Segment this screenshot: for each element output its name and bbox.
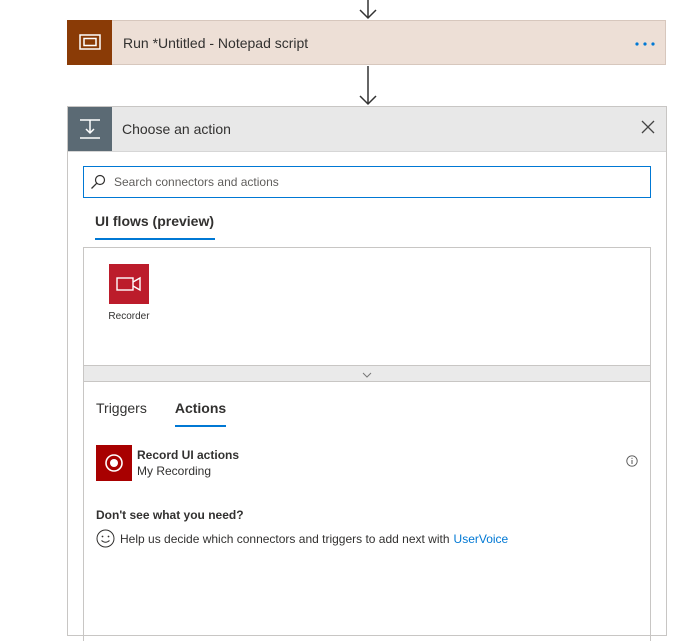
search-icon — [90, 174, 112, 190]
result-tabs: Triggers Actions — [96, 400, 227, 427]
connector-recorder[interactable]: Recorder — [98, 264, 160, 322]
flow-arrow-middle — [358, 66, 378, 106]
panel-header: Choose an action — [68, 107, 666, 152]
search-box — [83, 166, 651, 198]
more-ellipsis-icon — [634, 34, 656, 52]
action-subtitle: My Recording — [137, 464, 212, 478]
close-icon — [641, 120, 655, 139]
choose-action-icon — [68, 107, 112, 151]
action-text: Record UI actions My Recording — [137, 447, 624, 479]
flow-arrow-top — [358, 0, 378, 20]
collapse-connectors-button[interactable] — [84, 365, 650, 381]
close-button[interactable] — [630, 111, 666, 147]
tab-ui-flows[interactable]: UI flows (preview) — [95, 213, 215, 240]
tab-triggers[interactable]: Triggers — [96, 400, 147, 427]
connector-label: Recorder — [108, 311, 150, 322]
action-title: Record UI actions — [137, 448, 240, 462]
uservoice-link[interactable]: UserVoice — [454, 532, 509, 546]
action-record-ui-actions[interactable]: Record UI actions My Recording — [96, 444, 640, 482]
panel-title: Choose an action — [122, 121, 231, 137]
smiley-icon — [96, 529, 115, 548]
video-camera-icon — [109, 264, 149, 304]
help-title: Don't see what you need? — [96, 508, 244, 522]
search-input[interactable] — [112, 168, 650, 196]
run-script-icon — [67, 19, 112, 65]
choose-action-panel: Choose an action UI flows (preview) — [67, 106, 667, 641]
run-step-title: Run *Untitled - Notepad script — [123, 34, 309, 51]
info-icon — [626, 454, 638, 472]
info-button[interactable] — [624, 455, 640, 471]
tab-actions[interactable]: Actions — [174, 400, 227, 427]
help-row: Help us decide which connectors and trig… — [96, 529, 508, 548]
more-options-button[interactable] — [625, 21, 665, 64]
results-area: Triggers Actions Record UI actions My Re… — [83, 381, 651, 641]
help-text: Help us decide which connectors and trig… — [120, 531, 450, 546]
record-icon — [96, 445, 132, 481]
run-script-step[interactable]: Run *Untitled - Notepad script — [67, 19, 666, 65]
connectors-list: Recorder — [83, 247, 651, 382]
chevron-down-icon — [362, 365, 372, 383]
